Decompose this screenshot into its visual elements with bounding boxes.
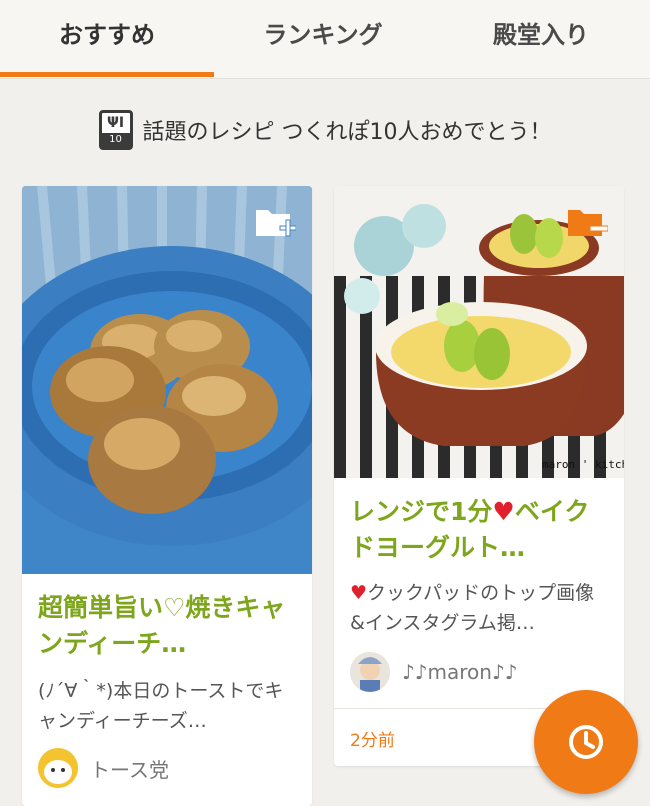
avatar <box>38 748 78 788</box>
recipe-description: ♥クックパッドのトップ画像&インスタグラム掲… <box>350 578 608 638</box>
active-tab-indicator <box>0 72 214 77</box>
recipe-author[interactable]: ♪♪maron♪♪ <box>350 650 518 694</box>
title-text: レンジで1分 <box>350 497 493 526</box>
photo-watermark: maron ' kitchen <box>542 458 624 471</box>
history-fab-button[interactable] <box>534 690 638 794</box>
folder-saved-icon[interactable] <box>566 204 609 240</box>
badge-number: 10 <box>101 133 130 147</box>
tab-bar: おすすめ ランキング 殿堂入り <box>0 0 650 79</box>
heart-icon: ♥ <box>492 497 515 526</box>
tab-ranking[interactable]: ランキング <box>216 0 430 74</box>
post-time: 2分前 <box>350 731 395 751</box>
recipe-description: (ﾉ´∀｀*)本日のトーストでキャンディーチーズ… <box>38 680 284 732</box>
recipe-author[interactable]: トース党 <box>38 746 169 790</box>
folder-add-icon[interactable] <box>254 204 297 240</box>
heart-icon: ♥ <box>350 582 368 604</box>
tab-hall-of-fame[interactable]: 殿堂入り <box>432 0 650 74</box>
headline-text: 話題のレシピ つくれぽ10人おめでとう！ <box>142 120 552 145</box>
tsukurepo-badge-icon: ΨI 10 <box>98 110 133 150</box>
recipe-title[interactable]: レンジで1分♥ベイクドヨーグルト… <box>350 494 608 568</box>
description-text: クックパッドのトップ画像&インスタグラム掲… <box>350 582 595 634</box>
recipe-title[interactable]: 超簡単旨い♡焼きキャンディーチ… <box>38 590 296 664</box>
tab-osusume[interactable]: おすすめ <box>0 0 214 74</box>
clock-icon <box>569 725 603 759</box>
headline: ΨI 10 話題のレシピ つくれぽ10人おめでとう！ <box>0 108 650 152</box>
recipe-card[interactable]: maron ' kitchen レンジで1分♥ベイクドヨーグルト… ♥クックパッ… <box>334 186 624 766</box>
recipe-card[interactable]: 超簡単旨い♡焼きキャンディーチ… (ﾉ´∀｀*)本日のトーストでキャンディーチー… <box>22 186 312 806</box>
recipe-photo[interactable] <box>22 186 312 574</box>
avatar <box>350 652 390 692</box>
author-name: トース党 <box>90 757 169 782</box>
author-name: ♪♪maron♪♪ <box>402 660 518 684</box>
